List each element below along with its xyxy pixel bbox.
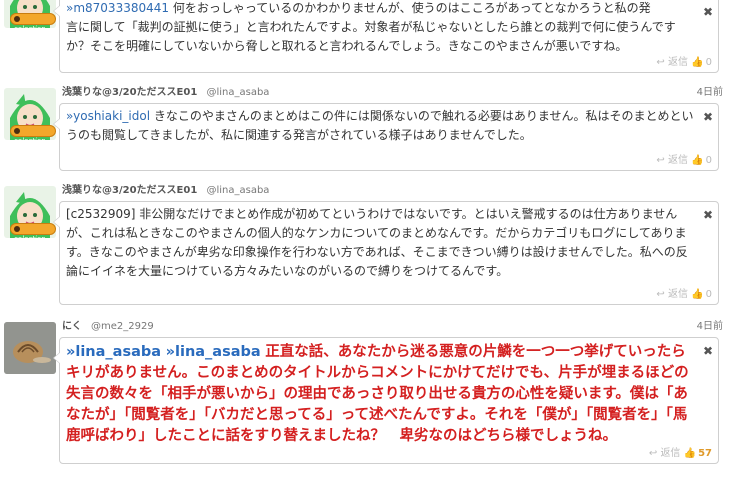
user-handle[interactable]: @me2_2929 <box>91 321 154 332</box>
close-icon[interactable]: ✖ <box>703 344 713 358</box>
mention-link[interactable]: »yoshiaki_idol <box>66 109 150 123</box>
reply-icon[interactable]: ↩ <box>656 57 664 68</box>
username[interactable]: にく <box>62 321 82 332</box>
like-count: 57 <box>698 448 712 459</box>
reply-icon[interactable]: ↩ <box>656 289 664 300</box>
like-count: 0 <box>705 289 712 300</box>
comment-header: 浅葉りな@3/20ただススE01 @lina_asaba <box>62 184 723 198</box>
reply-button[interactable]: 返信 <box>668 289 688 300</box>
avatar[interactable]: selection <box>4 186 56 238</box>
reply-button[interactable]: 返信 <box>668 57 688 68</box>
comment-bubble: »m87033380441 何をおっしゃっているのかわかりませんが、使うのはここ… <box>53 0 719 73</box>
comment-line: 何をおっしゃっているのかわかりませんが、使うのはこころがあってとなかろうと私の発 <box>172 1 651 15</box>
comment-line: か？そこを明確にしていないから脅しと取れると言われるんでしょう。きなこのやまさん… <box>66 39 628 53</box>
reply-icon[interactable]: ↩ <box>649 448 657 459</box>
comment-text: [c2532909] 非公開なだけでまとめ作成が初めてというわけではないです。と… <box>66 205 696 281</box>
mention-link[interactable]: »lina_asaba <box>66 344 161 360</box>
comment-actions: ↩ 返信 👍 57 <box>649 448 712 460</box>
comment-header: 浅葉りな@3/20ただススE01 @lina_asaba 4日前 <box>62 86 723 100</box>
comment-body: [c2532909] 非公開なだけでまとめ作成が初めてというわけではないです。と… <box>66 207 688 278</box>
username[interactable]: 浅葉りな@3/20ただススE01 <box>62 87 197 98</box>
thumbs-up-icon[interactable]: 👍 <box>691 155 703 166</box>
close-icon[interactable]: ✖ <box>703 208 713 222</box>
avatar[interactable] <box>4 322 56 374</box>
comment-text: »lina_asaba »lina_asaba 正直な話、あなたから迷る悪意の片… <box>66 342 696 447</box>
timestamp: 4日前 <box>696 321 723 332</box>
thumbs-up-icon[interactable]: 👍 <box>691 289 703 300</box>
comment-bubble: »yoshiaki_idol きなこのやまさんのまとめはこの件には関係ないので触… <box>53 103 719 171</box>
reply-icon[interactable]: ↩ <box>656 155 664 166</box>
user-handle[interactable]: @lina_asaba <box>206 87 269 98</box>
comment-line: 言に関して「裁判の証拠に使う」と言われたんですよ。対象者が私じゃないとしたら誰と… <box>66 20 676 34</box>
reply-button[interactable]: 返信 <box>668 155 688 166</box>
selection-badge: selection <box>10 13 56 28</box>
close-icon[interactable]: ✖ <box>703 110 713 124</box>
avatar[interactable]: selection <box>4 0 56 28</box>
like-count: 0 <box>705 155 712 166</box>
selection-badge: selection <box>10 125 56 140</box>
username[interactable]: 浅葉りな@3/20ただススE01 <box>62 185 197 196</box>
comment-text: »yoshiaki_idol きなこのやまさんのまとめはこの件には関係ないので触… <box>66 107 696 145</box>
mention-link[interactable]: »lina_asaba <box>166 344 261 360</box>
comment-actions: ↩ 返信 👍 0 <box>656 57 712 69</box>
comment-actions: ↩ 返信 👍 0 <box>656 289 712 301</box>
comment-actions: ↩ 返信 👍 0 <box>656 155 712 167</box>
comment-text: »m87033380441 何をおっしゃっているのかわかりませんが、使うのはここ… <box>66 0 696 56</box>
reply-button[interactable]: 返信 <box>660 448 680 459</box>
like-count: 0 <box>705 57 712 68</box>
comment-header: にく @me2_2929 4日前 <box>62 320 723 334</box>
avatar[interactable]: selection <box>4 88 56 140</box>
close-icon[interactable]: ✖ <box>703 5 713 19</box>
timestamp: 4日前 <box>696 87 723 98</box>
comment-body: きなこのやまさんのまとめはこの件には関係ないので触れる必要はありません。私はその… <box>66 109 694 142</box>
selection-badge: selection <box>10 223 56 238</box>
thumbs-up-icon[interactable]: 👍 <box>684 448 696 459</box>
mention-link[interactable]: »m87033380441 <box>66 1 169 15</box>
comment-bubble: »lina_asaba »lina_asaba 正直な話、あなたから迷る悪意の片… <box>53 337 719 464</box>
thumbs-up-icon[interactable]: 👍 <box>691 57 703 68</box>
user-handle[interactable]: @lina_asaba <box>206 185 269 196</box>
comment-bubble: [c2532909] 非公開なだけでまとめ作成が初めてというわけではないです。と… <box>53 201 719 305</box>
